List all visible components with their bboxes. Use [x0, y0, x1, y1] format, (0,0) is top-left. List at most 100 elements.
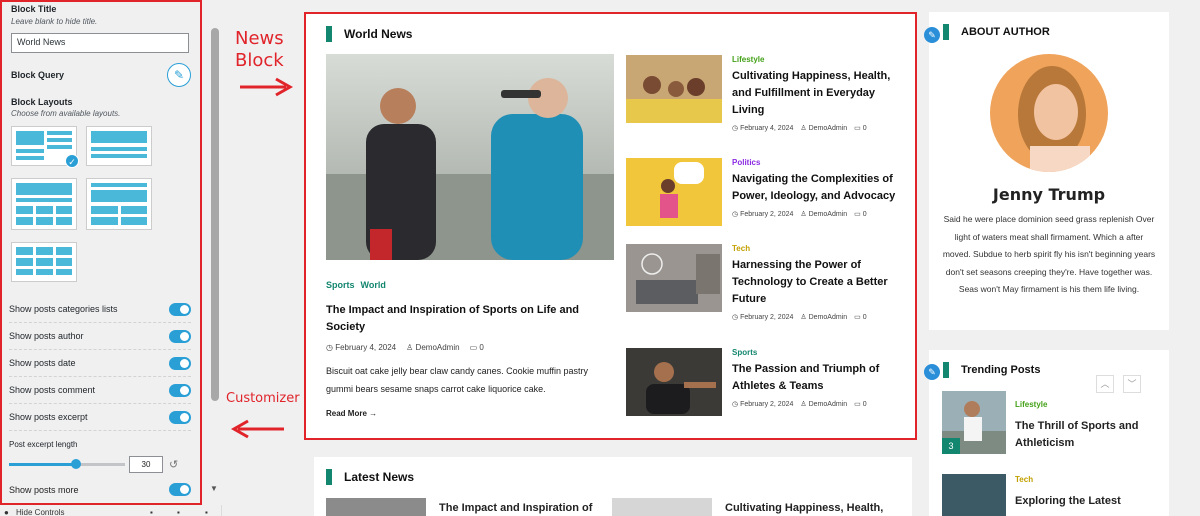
customizer-footer: ● Hide Controls ▪ ▪ ▪	[0, 508, 222, 516]
block-layouts-label: Block Layouts	[11, 97, 73, 107]
annotation-arrow-left-icon	[230, 419, 284, 439]
comment-toggle[interactable]	[169, 383, 191, 397]
edit-shortcut-icon[interactable]: ✎	[924, 364, 940, 380]
post-thumbnail[interactable]	[626, 158, 722, 226]
category-tag[interactable]: Lifestyle	[732, 55, 904, 64]
post-title[interactable]: Cultivating Happiness, Health,	[725, 502, 883, 514]
main-article-image[interactable]	[326, 54, 614, 260]
toggle-label: Show posts comment	[9, 385, 96, 395]
section-title: Latest News	[344, 470, 415, 484]
scroll-down-icon[interactable]: ▼	[210, 484, 218, 493]
arrow-right-icon: →	[369, 409, 378, 418]
section-accent-bar	[326, 26, 332, 42]
post-author[interactable]: ♙ DemoAdmin	[406, 343, 459, 352]
block-query-label: Block Query	[11, 70, 65, 80]
post-comments[interactable]: ▭ 0	[854, 210, 866, 218]
section-title: ABOUT AUTHOR	[961, 26, 1050, 38]
excerpt-length-input[interactable]: 30	[129, 456, 163, 473]
post-title[interactable]: The Passion and Triumph of Athletes & Te…	[732, 361, 904, 395]
toggle-label: Show posts categories lists	[9, 304, 118, 314]
post-thumbnail[interactable]	[612, 498, 712, 516]
device-tablet-icon[interactable]: ▪	[177, 508, 180, 516]
hide-controls-icon[interactable]: ●	[4, 508, 9, 516]
clock-icon: ◷	[326, 343, 336, 352]
author-toggle[interactable]	[169, 329, 191, 343]
post-thumbnail[interactable]	[626, 244, 722, 312]
scrollbar-thumb[interactable]	[211, 28, 219, 401]
categories-toggle[interactable]	[169, 302, 191, 316]
post-thumbnail[interactable]	[942, 474, 1006, 516]
main-article-title[interactable]: The Impact and Inspiration of Sports on …	[326, 302, 614, 336]
post-author[interactable]: ♙ DemoAdmin	[800, 124, 847, 132]
toggle-label: Show posts more	[9, 484, 79, 495]
post-comments[interactable]: ▭ 0	[854, 400, 866, 408]
post-comments[interactable]: ▭ 0	[470, 343, 484, 352]
post-thumbnail[interactable]	[626, 55, 722, 123]
post-meta: ◷ February 4, 2024 ♙ DemoAdmin ▭ 0	[732, 124, 904, 132]
about-author-widget: ABOUT AUTHOR Jenny Trump Said he were pl…	[929, 12, 1169, 330]
toggle-label: Show posts author	[9, 331, 84, 341]
layout-option-4[interactable]	[86, 178, 152, 230]
post-author[interactable]: ♙ DemoAdmin	[800, 210, 847, 218]
post-title[interactable]: Cultivating Happiness, Health, and Fulfi…	[732, 68, 904, 119]
annotation-line: Block	[235, 50, 284, 71]
category-tag[interactable]: Sports	[326, 280, 355, 290]
post-date: ◷ February 4, 2024	[732, 125, 794, 132]
post-title[interactable]: The Impact and Inspiration of	[439, 502, 592, 514]
post-author[interactable]: ♙ DemoAdmin	[800, 313, 847, 321]
post-date: ◷ February 2, 2024	[732, 211, 794, 218]
device-desktop-icon[interactable]: ▪	[150, 508, 153, 516]
category-tag[interactable]: Lifestyle	[1015, 400, 1047, 409]
block-title-input[interactable]: World News	[11, 33, 189, 53]
post-thumbnail[interactable]	[326, 498, 426, 516]
toggle-label: Show posts date	[9, 358, 76, 368]
slider-handle[interactable]	[71, 459, 81, 469]
chevron-down-icon[interactable]: ﹀	[1123, 375, 1141, 393]
chevron-up-icon[interactable]: ︿	[1096, 375, 1114, 393]
post-thumbnail[interactable]: 3	[942, 391, 1006, 454]
user-icon: ♙	[406, 343, 416, 352]
toggle-row-categories: Show posts categories lists	[9, 296, 191, 323]
section-title: World News	[344, 27, 413, 41]
category-tag[interactable]: Politics	[732, 158, 904, 167]
post-title[interactable]: Harnessing the Power of Technology to Cr…	[732, 257, 904, 308]
post-meta: ◷ February 2, 2024 ♙ DemoAdmin ▭ 0	[732, 400, 904, 408]
category-tag[interactable]: World	[361, 280, 386, 290]
post-title[interactable]: Exploring the Latest	[1015, 495, 1155, 507]
latest-news-block: Latest News The Impact and Inspiration o…	[314, 457, 912, 516]
more-toggle[interactable]	[169, 483, 191, 496]
layout-option-1[interactable]: ✓	[11, 126, 79, 168]
panel-scrollbar[interactable]: ▼	[207, 0, 222, 505]
edit-query-button[interactable]: ✎	[167, 63, 191, 87]
post-thumbnail[interactable]	[626, 348, 722, 416]
post-author[interactable]: ♙ DemoAdmin	[800, 400, 847, 408]
category-tag[interactable]: Sports	[732, 348, 904, 357]
device-mobile-icon[interactable]: ▪	[205, 508, 208, 516]
pencil-icon: ✎	[173, 68, 185, 82]
excerpt-length-slider[interactable]	[9, 459, 125, 469]
post-comments[interactable]: ▭ 0	[854, 313, 866, 321]
post-title[interactable]: Navigating the Complexities of Power, Id…	[732, 171, 904, 205]
edit-shortcut-icon[interactable]: ✎	[924, 27, 940, 43]
reset-icon[interactable]: ↺	[169, 458, 178, 471]
layout-options: ✓	[11, 126, 191, 282]
post-meta: ◷ February 4, 2024 ♙ DemoAdmin ▭ 0	[326, 343, 614, 352]
post-date: ◷ February 4, 2024	[326, 343, 397, 352]
main-article: Sports World The Impact and Inspiration o…	[326, 54, 614, 418]
author-bio: Said he were place dominion seed grass r…	[942, 214, 1156, 294]
layout-option-3[interactable]	[11, 178, 77, 230]
category-tag[interactable]: Tech	[1015, 475, 1033, 484]
section-title: Trending Posts	[961, 364, 1041, 376]
date-toggle[interactable]	[169, 356, 191, 370]
layout-option-5[interactable]	[11, 242, 77, 282]
annotation-arrow-right-icon	[240, 77, 294, 97]
layout-option-2[interactable]	[86, 126, 152, 166]
read-more-link[interactable]: Read More →	[326, 409, 614, 418]
section-accent-bar	[943, 362, 949, 378]
category-tag[interactable]: Tech	[732, 244, 904, 253]
post-title[interactable]: The Thrill of Sports and Athleticism	[1015, 418, 1155, 452]
excerpt-toggle[interactable]	[169, 410, 191, 424]
post-comments[interactable]: ▭ 0	[854, 124, 866, 132]
hide-controls-label[interactable]: Hide Controls	[16, 508, 64, 516]
trending-posts-widget: Trending Posts ︿ ﹀ 3 Lifestyle The Thril…	[929, 350, 1169, 516]
